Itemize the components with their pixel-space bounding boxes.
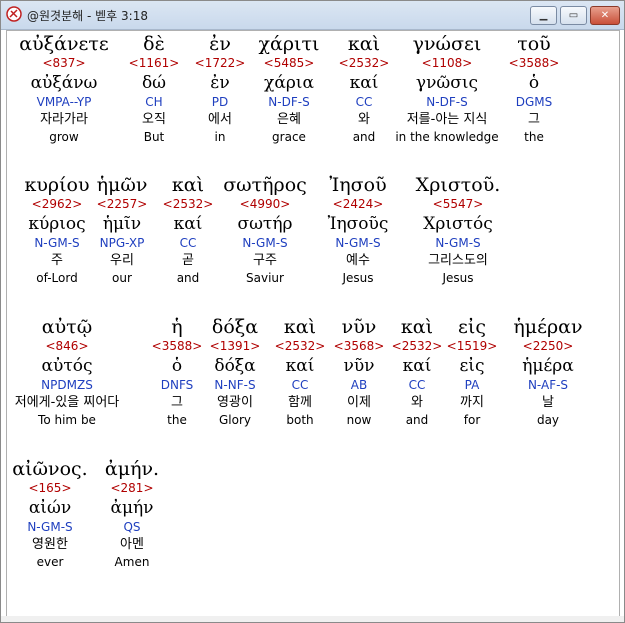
word-lemma: ὁ <box>528 73 540 93</box>
word-eng: Jesus <box>442 271 474 285</box>
word-parse: N-GM-S <box>435 236 481 250</box>
title-bar[interactable]: @원겻분해 - 벧후 3:18 ▁ ▭ ✕ <box>1 1 624 30</box>
app-window: @원겻분해 - 벧후 3:18 ▁ ▭ ✕ αὐξάνετε <837> αὐξάν… <box>0 0 625 623</box>
word-parse: NPDMZS <box>41 378 93 392</box>
word-num: <5547> <box>432 197 484 211</box>
word-num: <3588> <box>508 56 560 70</box>
maximize-icon: ▭ <box>568 10 579 21</box>
word-num: <281> <box>110 481 154 495</box>
app-icon <box>6 6 22 22</box>
word-parse: QS <box>123 520 141 534</box>
maximize-button[interactable]: ▭ <box>560 6 587 25</box>
word-parse: N-AF-S <box>527 378 569 392</box>
word-greek: ἡμέραν <box>513 316 583 338</box>
word-kor: 그 <box>528 112 540 127</box>
word-greek: τοῦ <box>517 33 551 55</box>
word-lemma: αὐτός <box>41 356 93 376</box>
word-lemma: ἀμήν <box>110 498 154 518</box>
minimize-icon: ▁ <box>539 10 548 21</box>
word-num: <846> <box>45 339 89 353</box>
word-greek: Χριστοῦ. <box>415 174 501 196</box>
word-parse: DGMS <box>515 95 553 109</box>
word-eng: Amen <box>114 555 150 569</box>
status-bar <box>1 616 624 622</box>
word-column[interactable]: Χριστοῦ. <5547> Χριστός N-GM-S 그리스도의 Jesus <box>398 174 518 286</box>
word-kor: 저에게-있을 찌어다 <box>14 395 120 410</box>
word-lemma: ἡμέρα <box>522 356 574 376</box>
window-title: @원겻분해 - 벧후 3:18 <box>27 9 148 23</box>
word-kor: 날 <box>542 395 554 410</box>
word-num: <2250> <box>522 339 574 353</box>
word-column[interactable]: ἀμήν. <281> ἀμήν QS 아멘 Amen <box>72 458 192 570</box>
word-eng: the <box>524 130 544 144</box>
word-kor: 그리스도의 <box>428 253 488 268</box>
word-eng: To him be <box>38 413 96 427</box>
word-column[interactable]: ἡμέραν <2250> ἡμέρα N-AF-S 날 day <box>488 316 608 428</box>
word-column[interactable]: αὐτῷ <846> αὐτός NPDMZS 저에게-있을 찌어다 To him be <box>7 316 127 428</box>
minimize-button[interactable]: ▁ <box>530 6 557 25</box>
word-eng: day <box>536 413 560 427</box>
word-greek: αὐτῷ <box>41 316 93 338</box>
word-greek: ἀμήν. <box>104 458 160 480</box>
close-icon: ✕ <box>600 10 610 21</box>
close-button[interactable]: ✕ <box>590 6 620 25</box>
word-column[interactable]: τοῦ <3588> ὁ DGMS 그 the <box>474 33 594 145</box>
word-lemma: Χριστός <box>423 214 493 234</box>
word-kor: 아멘 <box>120 537 144 552</box>
interlinear-panel[interactable]: αὐξάνετε <837> αὐξάνω VMPA--YP 자라가라 grow δὲ <11… <box>6 30 620 618</box>
